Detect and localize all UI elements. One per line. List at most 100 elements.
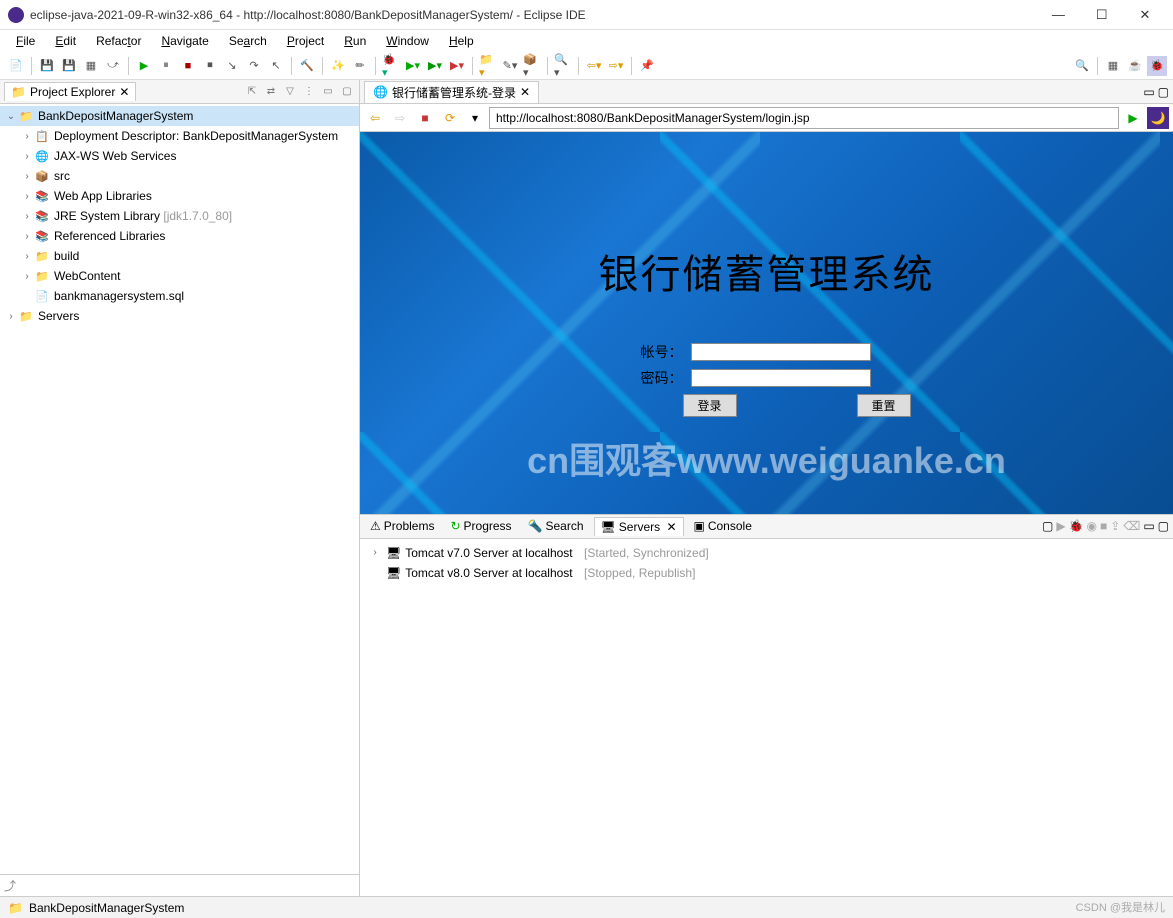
server-row-1[interactable]: › 🖥 Tomcat v7.0 Server at localhost [Sta… (364, 543, 1169, 563)
tab-progress[interactable]: ↻Progress (444, 517, 517, 535)
debug-button[interactable]: 🐞▾ (381, 56, 401, 76)
disconnect-button[interactable]: ⏹ (200, 56, 220, 76)
minimize-view-icon[interactable]: ▭ (320, 84, 336, 100)
server-publish-icon[interactable]: ⇪ (1110, 519, 1120, 533)
wand-icon[interactable]: ✨ (328, 56, 348, 76)
save-all-button[interactable]: 💾 (59, 56, 79, 76)
eclipse-browser-icon[interactable]: 🌙 (1147, 107, 1169, 129)
expand-server-icon[interactable]: › (368, 547, 382, 558)
open-type-button[interactable]: 🔍▾ (553, 56, 573, 76)
expand-icon[interactable]: ⌄ (4, 111, 18, 122)
server-profile-icon[interactable]: ◉ (1087, 519, 1097, 533)
tree-item-jre[interactable]: ›📚JRE System Library [jdk1.7.0_80] (0, 206, 359, 226)
pin-button[interactable]: 📌 (637, 56, 657, 76)
server-debug-icon[interactable]: 🐞 (1069, 519, 1084, 533)
maximize-view-icon[interactable]: ▢ (339, 84, 355, 100)
server-clean-icon[interactable]: ⌫ (1123, 519, 1140, 533)
reset-button[interactable]: 重置 (857, 394, 911, 417)
tree-item-deployment[interactable]: ›📋Deployment Descriptor: BankDepositMana… (0, 126, 359, 146)
menu-window[interactable]: Window (378, 32, 437, 50)
pause-button[interactable]: ⏸ (156, 56, 176, 76)
filter-icon[interactable]: ▽ (282, 84, 298, 100)
tab-servers[interactable]: 🖥Servers ✕ (594, 517, 684, 536)
back-nav-button[interactable]: ⇦▾ (584, 56, 604, 76)
build-button[interactable]: 🔨 (297, 56, 317, 76)
collapse-all-icon[interactable]: ⇱ (244, 84, 260, 100)
menu-help[interactable]: Help (441, 32, 482, 50)
tree-item-reflib[interactable]: ›📚Referenced Libraries (0, 226, 359, 246)
toggle-button[interactable]: ▦ (81, 56, 101, 76)
tree-item-webapplib[interactable]: ›📚Web App Libraries (0, 186, 359, 206)
tree-item-sql[interactable]: 📄bankmanagersystem.sql (0, 286, 359, 306)
minimize-button[interactable]: — (1038, 7, 1078, 22)
close-button[interactable]: ✕ (1125, 7, 1165, 23)
back-button[interactable]: ⇦ (364, 107, 386, 129)
debug-perspective-button[interactable]: 🐞 (1147, 56, 1167, 76)
tree-root[interactable]: ⌄ 📁 BankDepositManagerSystem (0, 106, 359, 126)
password-input[interactable] (690, 369, 870, 387)
search-icon[interactable]: 🔍 (1072, 56, 1092, 76)
server-new-icon[interactable]: ▢ (1042, 519, 1053, 533)
new-file-button[interactable]: ✎▾ (500, 56, 520, 76)
close-servers-icon[interactable]: ✕ (663, 520, 676, 534)
login-button[interactable]: 登录 (682, 394, 736, 417)
tree-item-webcontent[interactable]: ›📁WebContent (0, 266, 359, 286)
server-run-button[interactable]: ▶▾ (447, 56, 467, 76)
save-button[interactable]: 💾 (37, 56, 57, 76)
menu-run[interactable]: Run (336, 32, 374, 50)
account-input[interactable] (690, 343, 870, 361)
maximize-bottom-icon[interactable]: ▢ (1158, 519, 1169, 533)
java-perspective-button[interactable]: ☕ (1125, 56, 1145, 76)
close-tab-icon[interactable]: ✕ (119, 85, 129, 99)
menu-file[interactable]: File (8, 32, 43, 50)
minimize-bottom-icon[interactable]: ▭ (1143, 519, 1154, 533)
menu-refactor[interactable]: Refactor (88, 32, 149, 50)
coverage-button[interactable]: ▶▾ (425, 56, 445, 76)
new-project-button[interactable]: 📁▾ (478, 56, 498, 76)
menu-search[interactable]: Search (221, 32, 275, 50)
step-into-button[interactable]: ↘ (222, 56, 242, 76)
server-row-2[interactable]: 🖥 Tomcat v8.0 Server at localhost [Stopp… (364, 563, 1169, 583)
view-menu-icon[interactable]: ⋮ (301, 84, 317, 100)
show-in-icon[interactable]: ⤴ (4, 877, 16, 894)
forward-button[interactable]: ⇨ (389, 107, 411, 129)
run-button[interactable]: ▶▾ (403, 56, 423, 76)
tree-item-build[interactable]: ›📁build (0, 246, 359, 266)
go-button[interactable]: ▶ (1122, 107, 1144, 129)
minimize-editor-icon[interactable]: ▭ (1143, 85, 1154, 99)
tab-problems[interactable]: ⚠Problems (364, 517, 440, 535)
refresh-button[interactable]: ⟳ (439, 107, 461, 129)
close-editor-icon[interactable]: ✕ (520, 85, 530, 99)
tree-item-jaxws[interactable]: ›🌐JAX-WS Web Services (0, 146, 359, 166)
stop-button[interactable]: ■ (178, 56, 198, 76)
step-return-button[interactable]: ↖ (266, 56, 286, 76)
editor-tab[interactable]: 🌐 银行储蓄管理系统-登录 ✕ (364, 81, 539, 103)
forward-nav-button[interactable]: ⇨▾ (606, 56, 626, 76)
servers-view[interactable]: › 🖥 Tomcat v7.0 Server at localhost [Sta… (360, 539, 1173, 897)
maximize-editor-icon[interactable]: ▢ (1158, 85, 1169, 99)
menu-navigate[interactable]: Navigate (153, 32, 216, 50)
project-explorer-header: 📁 Project Explorer ✕ ⇱ ⇄ ▽ ⋮ ▭ ▢ (0, 80, 359, 104)
address-input[interactable] (489, 107, 1119, 129)
home-button[interactable]: ▾ (464, 107, 486, 129)
tree-item-src[interactable]: ›📦src (0, 166, 359, 186)
server-stop-icon[interactable]: ■ (1100, 519, 1107, 533)
tree-servers[interactable]: ›📁Servers (0, 306, 359, 326)
menu-project[interactable]: Project (279, 32, 332, 50)
new-package-button[interactable]: 📦▾ (522, 56, 542, 76)
server-start-icon[interactable]: ▶ (1056, 519, 1065, 533)
tab-search[interactable]: 🔦Search (522, 517, 590, 535)
step-over-button[interactable]: ↷ (244, 56, 264, 76)
skip-button[interactable]: ⤻ (103, 56, 123, 76)
tab-console[interactable]: ▣Console (688, 517, 758, 535)
resume-button[interactable]: ▶ (134, 56, 154, 76)
maximize-button[interactable]: ☐ (1082, 7, 1122, 23)
stop-load-button[interactable]: ■ (414, 107, 436, 129)
menu-edit[interactable]: Edit (47, 32, 84, 50)
pencil-icon[interactable]: ✏ (350, 56, 370, 76)
project-explorer-tab[interactable]: 📁 Project Explorer ✕ (4, 82, 136, 101)
open-perspective-button[interactable]: ▦ (1103, 56, 1123, 76)
project-tree[interactable]: ⌄ 📁 BankDepositManagerSystem ›📋Deploymen… (0, 104, 359, 874)
link-editor-icon[interactable]: ⇄ (263, 84, 279, 100)
new-button[interactable]: 📄 (6, 56, 26, 76)
